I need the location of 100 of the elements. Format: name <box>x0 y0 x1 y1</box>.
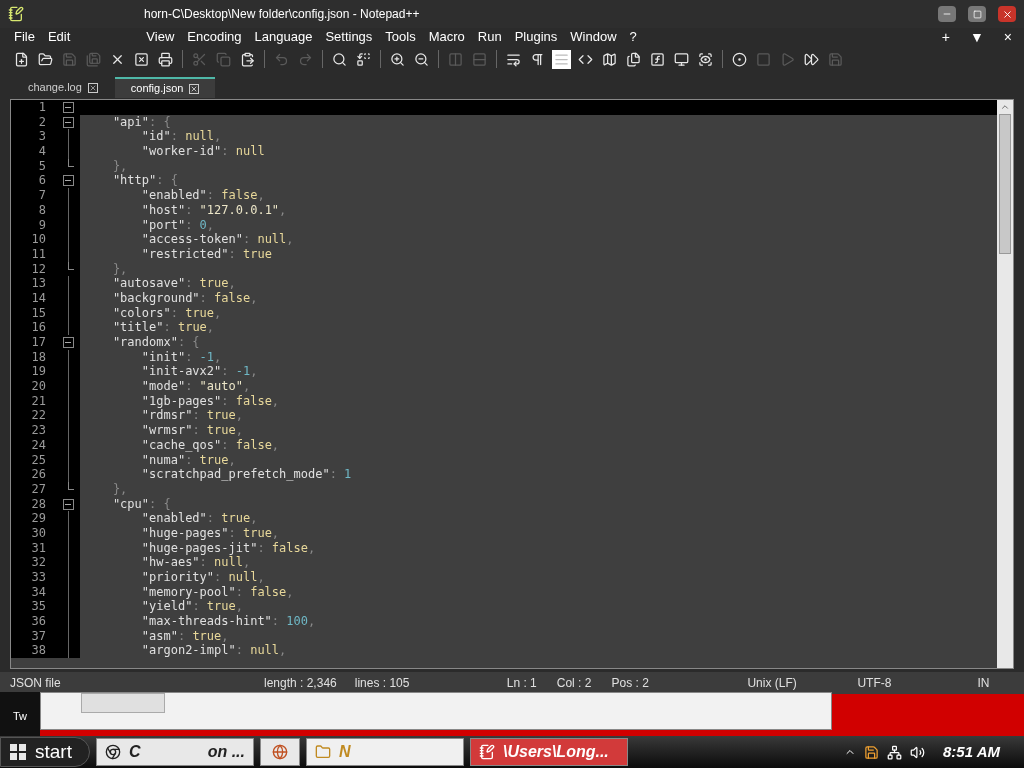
code-line: "max-threads-hint": 100, <box>140 614 316 629</box>
line-number: 7 <box>11 188 56 203</box>
fold-end-mark <box>68 261 74 270</box>
code-line: "port": 0, <box>140 217 215 233</box>
redo-icon <box>298 51 313 67</box>
taskbar-button[interactable] <box>260 738 300 766</box>
code-line: "access-token": null, <box>140 232 294 247</box>
code-line: }, <box>111 261 128 277</box>
menu-item[interactable]: Tools <box>385 27 416 47</box>
menu-control[interactable]: ▼ <box>969 26 984 48</box>
tray-app-icon[interactable] <box>864 744 880 760</box>
code-line: "http": { <box>111 173 178 189</box>
map-icon <box>602 51 617 67</box>
close-icon[interactable] <box>189 83 200 94</box>
record-icon <box>732 51 747 67</box>
close-icon[interactable] <box>87 82 98 93</box>
menu-item[interactable]: Encoding <box>187 27 242 47</box>
minimize-button[interactable] <box>938 6 956 22</box>
search-icon <box>332 51 347 67</box>
code-line: "restricted": true <box>140 246 272 262</box>
zoom-in-icon <box>390 51 405 67</box>
fold-toggle[interactable] <box>62 116 74 128</box>
fold-end-mark <box>68 158 74 167</box>
code-line: "host": "127.0.0.1", <box>140 202 287 218</box>
lines-status: lines : 105 <box>354 675 411 692</box>
copy-icon <box>216 51 231 67</box>
save-icon <box>62 51 77 67</box>
code-line: "id": null, <box>140 129 222 145</box>
file-tab[interactable]: config.json <box>114 77 216 98</box>
code-line: "mode": "auto", <box>140 379 251 394</box>
code-line: "colors": true, <box>111 305 222 321</box>
fold-toggle[interactable] <box>62 175 74 187</box>
code-line: "argon2-impl": null, <box>140 643 287 659</box>
line-number: 20 <box>11 379 56 394</box>
volume-icon[interactable] <box>910 744 926 760</box>
fold-toggle[interactable] <box>62 498 74 510</box>
line-number: 23 <box>11 423 56 438</box>
menu-item[interactable]: Edit <box>47 27 71 47</box>
close-button[interactable] <box>998 6 1016 22</box>
tab-label: change.log <box>28 80 82 96</box>
menu-control[interactable]: + <box>941 26 950 48</box>
replace-icon <box>356 51 371 67</box>
rows-icon <box>472 51 487 67</box>
fast-forward-icon <box>804 51 819 67</box>
globe-icon <box>272 744 288 760</box>
menu-item[interactable]: Settings <box>325 27 373 47</box>
menu-item[interactable]: ? <box>629 27 637 47</box>
save-macro-icon <box>828 51 843 67</box>
scroll-up-icon[interactable] <box>1000 102 1010 112</box>
code-line: "hw-aes": null, <box>140 555 251 570</box>
line-number: 35 <box>11 599 56 615</box>
folder-icon <box>315 744 331 760</box>
menu-item[interactable]: Run <box>477 27 502 47</box>
menu-item[interactable]: View <box>146 27 175 47</box>
line-number: 19 <box>11 364 56 380</box>
taskbar-button[interactable]: C on ... <box>96 738 254 766</box>
fold-end-mark <box>68 481 74 490</box>
code-line: "init": -1, <box>140 349 222 365</box>
menu-item[interactable]: File <box>14 27 35 47</box>
menu-item[interactable]: Plugins <box>514 27 558 47</box>
code-line: "scratchpad_prefetch_mode": 1 <box>140 467 352 482</box>
pilcrow-icon <box>530 51 545 67</box>
desktop-icon-label[interactable]: Tw <box>12 707 28 724</box>
taskbar-button[interactable]: \Users\Long... <box>470 738 628 766</box>
code-line: "yield": true, <box>140 599 243 615</box>
code-line: "enabled": true, <box>140 511 258 526</box>
start-button[interactable]: start <box>0 737 90 767</box>
notepad-icon <box>479 744 495 760</box>
code-line: }, <box>111 481 128 497</box>
scroll-thumb[interactable] <box>999 114 1011 254</box>
menu-item[interactable]: Language <box>254 27 313 47</box>
code-line: }, <box>111 158 128 174</box>
network-icon[interactable] <box>887 744 903 760</box>
code-line: "wrmsr": true, <box>140 423 243 438</box>
function-icon <box>650 51 665 67</box>
menu-control[interactable]: × <box>1003 26 1012 48</box>
file-type: JSON file <box>10 675 62 692</box>
lines-button[interactable] <box>552 49 571 69</box>
maximize-button[interactable] <box>968 6 986 22</box>
menu-item[interactable]: Window <box>570 27 617 47</box>
open-folder-icon <box>38 51 53 67</box>
line-number: 16 <box>11 320 56 335</box>
code-line: "autosave": true, <box>111 276 236 291</box>
position-status: Pos : 2 <box>611 675 650 692</box>
line-number: 13 <box>11 276 56 291</box>
zoom-out-icon <box>414 51 429 67</box>
menu-item[interactable]: Macro <box>428 27 465 47</box>
code-line: "huge-pages": true, <box>140 525 280 541</box>
line-number: 36 <box>11 614 56 629</box>
code-line: "memory-pool": false, <box>140 584 294 600</box>
line-number: 6 <box>11 173 56 189</box>
line-number: 33 <box>11 570 56 585</box>
clock[interactable]: 8:51 AM <box>943 740 1000 764</box>
code-line: "title": true, <box>111 320 215 335</box>
fold-toggle[interactable] <box>62 102 74 113</box>
scrollbar[interactable] <box>997 100 1013 668</box>
code-line: "randomx": { <box>111 335 200 350</box>
line-status: Ln : 1 <box>506 675 537 692</box>
column-status: Col : 2 <box>556 675 592 692</box>
fold-toggle[interactable] <box>62 337 74 348</box>
